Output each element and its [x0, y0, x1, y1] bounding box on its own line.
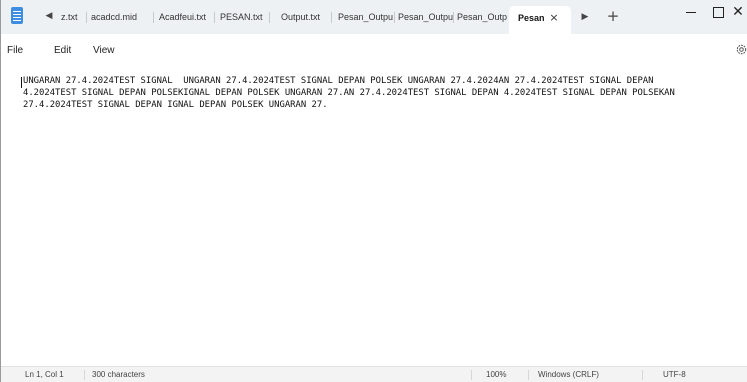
tab-divider	[331, 12, 332, 23]
tab-divider	[453, 12, 454, 23]
cursor-position: Ln 1, Col 1	[25, 370, 64, 379]
tab-pesan-output-1[interactable]: Pesan_Outpu	[338, 8, 393, 26]
text-cursor	[21, 77, 22, 88]
notepad-icon	[11, 7, 23, 24]
tab-acadcd-mid[interactable]: acadcd.mid	[91, 8, 151, 26]
menu-bar: File Edit View	[1, 34, 747, 64]
tab-pesan-txt[interactable]: PESAN.txt	[220, 8, 270, 26]
zoom-level[interactable]: 100%	[486, 369, 506, 381]
encoding[interactable]: UTF-8	[663, 369, 686, 381]
new-tab-button[interactable]: +	[604, 7, 622, 25]
character-count: 300 characters	[92, 370, 145, 379]
notepad-window: ◀ z.txt acadcd.mid Acadfeui.txt PESAN.tx…	[0, 0, 747, 382]
scroll-tabs-left-icon[interactable]: ◀	[41, 8, 57, 24]
text-line: 4.2024TEST SIGNAL DEPAN POLSEKIGNAL DEPA…	[23, 88, 675, 98]
menu-edit[interactable]: Edit	[54, 43, 71, 59]
tab-divider	[269, 12, 270, 23]
close-window-button[interactable]: ✕	[728, 0, 747, 24]
title-bar: ◀ z.txt acadcd.mid Acadfeui.txt PESAN.tx…	[1, 0, 747, 34]
tab-divider	[86, 12, 87, 23]
status-divider	[84, 370, 85, 380]
document-text[interactable]: UNGARAN 27.4.2024TEST SIGNAL UNGARAN 27.…	[23, 75, 745, 111]
tab-pesan-output-2[interactable]: Pesan_Outpu	[398, 8, 453, 26]
menu-file[interactable]: File	[7, 43, 23, 59]
line-ending[interactable]: Windows (CRLF)	[538, 369, 599, 381]
scroll-tabs-right-icon[interactable]: ▶	[577, 9, 593, 25]
tab-pesan-active[interactable]: Pesan ×	[509, 6, 571, 34]
tab-pesan-output-3[interactable]: Pesan_Outpu	[457, 8, 507, 26]
active-tab-label: Pesan	[518, 13, 545, 23]
tab-acadfeui-txt[interactable]: Acadfeui.txt	[159, 8, 217, 26]
close-tab-icon[interactable]: ×	[547, 9, 561, 27]
tab-divider	[394, 12, 395, 23]
text-line: UNGARAN 27.4.2024TEST SIGNAL UNGARAN 27.…	[23, 76, 654, 86]
text-line: 27.4.2024TEST SIGNAL DEPAN IGNAL DEPAN P…	[23, 100, 328, 110]
tab-divider	[153, 12, 154, 23]
tab-z-txt[interactable]: z.txt	[61, 8, 83, 26]
menu-view[interactable]: View	[93, 43, 115, 59]
status-divider	[471, 370, 472, 380]
status-bar: Ln 1, Col 1 300 characters 100% Windows …	[1, 366, 747, 382]
status-divider	[642, 370, 643, 380]
status-divider	[528, 370, 529, 380]
gear-icon[interactable]	[735, 43, 747, 56]
tab-output-txt[interactable]: Output.txt	[281, 8, 331, 26]
tab-divider	[214, 12, 215, 23]
text-editor[interactable]: UNGARAN 27.4.2024TEST SIGNAL UNGARAN 27.…	[1, 64, 747, 366]
